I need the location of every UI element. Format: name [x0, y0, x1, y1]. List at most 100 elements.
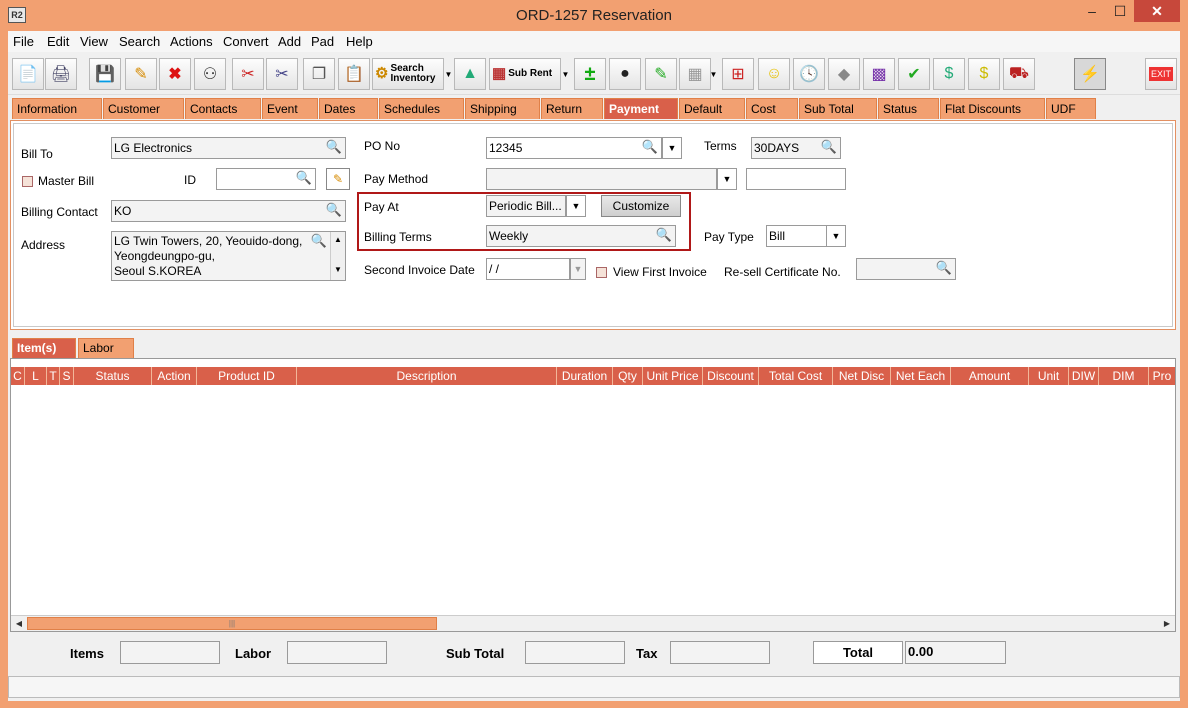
tab-udf[interactable]: UDF	[1046, 98, 1096, 119]
col-total-cost[interactable]: Total Cost	[759, 367, 833, 385]
view-first-invoice-checkbox[interactable]	[596, 267, 607, 278]
id-search-icon[interactable]: 🔍	[296, 170, 312, 186]
pay-method-dropdown-icon[interactable]: ▼	[717, 168, 737, 190]
billing-contact-search-icon[interactable]: 🔍	[326, 202, 342, 218]
tab-dates[interactable]: Dates	[319, 98, 378, 119]
edit-pencil-icon[interactable]: ✎	[125, 58, 157, 90]
second-invoice-date-field[interactable]: / /	[486, 258, 570, 280]
menu-pad[interactable]: Pad	[311, 34, 334, 49]
terms-field[interactable]: 30DAYS 🔍	[751, 137, 841, 159]
scroll-right-icon[interactable]: ▶	[1160, 617, 1174, 630]
tab-labor[interactable]: Labor	[78, 338, 134, 358]
calendar-dropdown-icon[interactable]: ▼	[709, 58, 718, 90]
tab-cost[interactable]: Cost	[746, 98, 798, 119]
tab-items[interactable]: Item(s)	[12, 338, 76, 358]
pay-method-extra-field[interactable]	[746, 168, 846, 190]
billing-terms-field[interactable]: Weekly 🔍	[486, 225, 676, 247]
scroll-left-icon[interactable]: ◀	[12, 617, 26, 630]
address-search-icon[interactable]: 🔍	[311, 233, 327, 248]
color-grid-icon[interactable]: ▩	[863, 58, 895, 90]
tab-information[interactable]: Information	[12, 98, 102, 119]
menu-actions[interactable]: Actions	[170, 34, 213, 49]
col-l[interactable]: L	[25, 367, 47, 385]
notes-icon[interactable]: ✎	[645, 58, 677, 90]
col-diw[interactable]: DIW	[1069, 367, 1099, 385]
tab-schedules[interactable]: Schedules	[379, 98, 464, 119]
tab-flat-discounts[interactable]: Flat Discounts	[940, 98, 1045, 119]
money-arrow-icon[interactable]: $	[933, 58, 965, 90]
bill-to-search-icon[interactable]: 🔍	[326, 139, 342, 155]
delete-icon[interactable]: ✖	[159, 58, 191, 90]
pay-at-select[interactable]: Periodic Bill...	[486, 195, 566, 217]
col-discount[interactable]: Discount	[703, 367, 759, 385]
org-chart-icon[interactable]: ⊞	[722, 58, 754, 90]
col-duration[interactable]: Duration	[557, 367, 613, 385]
pay-type-dropdown-icon[interactable]: ▼	[826, 225, 846, 247]
col-dim[interactable]: DIM	[1099, 367, 1149, 385]
col-s[interactable]: S	[60, 367, 74, 385]
customize-button[interactable]: Customize	[601, 195, 681, 217]
col-pro[interactable]: Pro	[1149, 367, 1175, 385]
tab-status[interactable]: Status	[878, 98, 939, 119]
master-bill-checkbox[interactable]	[22, 176, 33, 187]
col-action[interactable]: Action	[152, 367, 197, 385]
tab-customer[interactable]: Customer	[103, 98, 184, 119]
new-icon[interactable]: 📄	[12, 58, 44, 90]
copy-icon[interactable]: ❐	[303, 58, 335, 90]
maximize-button[interactable]: ☐	[1106, 0, 1134, 22]
id-field[interactable]: 🔍	[216, 168, 316, 190]
save-icon[interactable]: 💾	[89, 58, 121, 90]
smiley-icon[interactable]: ☺	[758, 58, 790, 90]
po-no-field[interactable]: 12345 🔍	[486, 137, 662, 159]
col-product-id[interactable]: Product ID	[197, 367, 297, 385]
po-no-search-icon[interactable]: 🔍	[642, 139, 658, 155]
tab-default[interactable]: Default	[679, 98, 745, 119]
menu-edit[interactable]: Edit	[47, 34, 69, 49]
checklist-icon[interactable]: ✔	[898, 58, 930, 90]
billing-contact-field[interactable]: KO 🔍	[111, 200, 346, 222]
cut-document-icon[interactable]: ✂	[232, 58, 264, 90]
scroll-thumb[interactable]: |||	[27, 617, 437, 630]
menu-file[interactable]: File	[13, 34, 34, 49]
search-inventory-dropdown-icon[interactable]: ▼	[444, 58, 453, 90]
billing-terms-search-icon[interactable]: 🔍	[656, 227, 672, 243]
tab-shipping[interactable]: Shipping	[465, 98, 540, 119]
address-scrollbar[interactable]: ▲ ▼	[330, 232, 345, 280]
coins-icon[interactable]: $	[968, 58, 1000, 90]
col-t[interactable]: T	[47, 367, 60, 385]
col-c[interactable]: C	[11, 367, 25, 385]
second-invoice-date-dropdown-icon[interactable]: ▼	[570, 258, 586, 280]
binoculars-icon[interactable]: ⚇	[194, 58, 226, 90]
id-edit-pencil-icon[interactable]: ✎	[326, 168, 350, 190]
shapes-icon[interactable]: ▲	[454, 58, 486, 90]
col-unit-price[interactable]: Unit Price	[643, 367, 703, 385]
resell-certificate-search-icon[interactable]: 🔍	[936, 260, 952, 276]
address-field[interactable]: LG Twin Towers, 20, Yeouido-dong, Yeongd…	[111, 231, 346, 281]
add-icon[interactable]: ±	[574, 58, 606, 90]
balls-icon[interactable]: ●	[609, 58, 641, 90]
minimize-button[interactable]: –	[1078, 0, 1106, 22]
tab-return[interactable]: Return	[541, 98, 603, 119]
tab-contacts[interactable]: Contacts	[185, 98, 261, 119]
grid-horizontal-scrollbar[interactable]: ◀ ||| ▶	[11, 615, 1175, 631]
menu-help[interactable]: Help	[346, 34, 373, 49]
col-net-each[interactable]: Net Each	[891, 367, 951, 385]
print-icon[interactable]: 🖨	[45, 58, 77, 90]
menu-add[interactable]: Add	[278, 34, 301, 49]
col-qty[interactable]: Qty	[613, 367, 643, 385]
schedule-icon[interactable]: 🕓	[793, 58, 825, 90]
pay-method-select[interactable]	[486, 168, 717, 190]
col-amount[interactable]: Amount	[951, 367, 1029, 385]
terms-search-icon[interactable]: 🔍	[821, 139, 837, 155]
eraser-icon[interactable]: ◆	[828, 58, 860, 90]
bill-to-field[interactable]: LG Electronics 🔍	[111, 137, 346, 159]
cut-icon[interactable]: ✂	[266, 58, 298, 90]
resell-certificate-field[interactable]: 🔍	[856, 258, 956, 280]
tab-sub-total[interactable]: Sub Total	[799, 98, 877, 119]
menu-convert[interactable]: Convert	[223, 34, 269, 49]
truck-icon[interactable]: ⛟	[1003, 58, 1035, 90]
col-net-disc[interactable]: Net Disc	[833, 367, 891, 385]
lightning-icon[interactable]: ⚡	[1074, 58, 1106, 90]
close-button[interactable]: ✕	[1134, 0, 1180, 22]
tab-payment[interactable]: Payment	[604, 98, 678, 119]
